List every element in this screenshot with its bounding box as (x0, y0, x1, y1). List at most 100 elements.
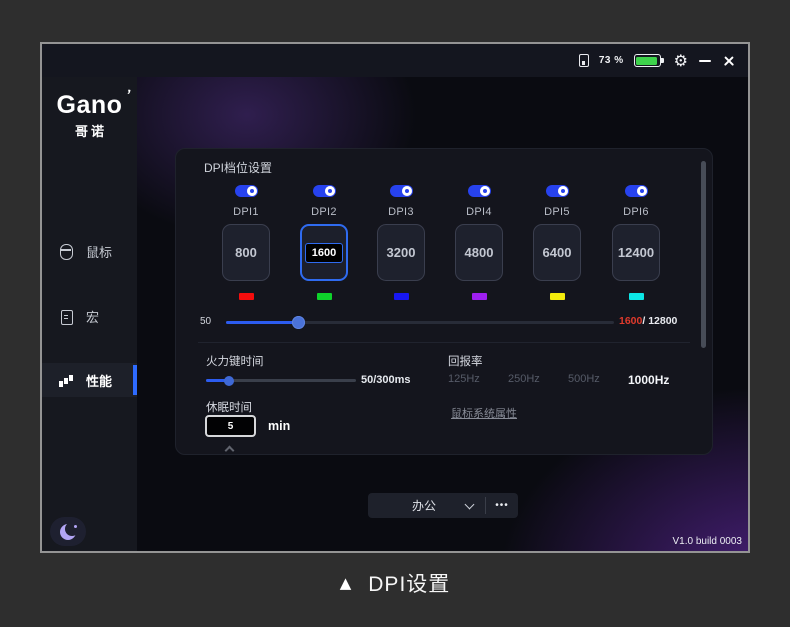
dpi5-value-box[interactable]: 6400 (533, 224, 581, 281)
dpi-slot-3: DPI3 3200 (371, 185, 431, 300)
dpi1-color-swatch (239, 293, 254, 300)
battery-fill (636, 57, 657, 65)
polling-rate-options: 125Hz 250Hz 500Hz 1000Hz (448, 373, 688, 387)
dpi3-color-swatch (394, 293, 409, 300)
dpi-value: 800 (235, 245, 257, 260)
fire-key-slider-knob[interactable] (224, 376, 234, 386)
fire-key-slider[interactable] (206, 379, 356, 382)
dpi2-toggle[interactable] (313, 185, 336, 197)
version-text: V1.0 build 0003 (672, 536, 742, 547)
main-area: DPI档位设置 DPI1 800 DPI2 1600 (137, 77, 748, 551)
polling-option-125hz[interactable]: 125Hz (448, 373, 508, 387)
dpi-current-value: 1600 (619, 315, 642, 327)
logo-chinese: 哥诺 (42, 121, 137, 140)
panel-title: DPI档位设置 (204, 159, 272, 176)
moon-icon (60, 524, 76, 540)
dpi-slot-6: DPI6 12400 (606, 185, 666, 300)
theme-toggle[interactable] (50, 517, 86, 546)
dpi5-toggle[interactable] (546, 185, 569, 197)
dpi-value: 4800 (465, 245, 494, 260)
close-button[interactable] (722, 54, 736, 68)
sidebar-item-label: 性能 (86, 371, 112, 390)
dpi3-toggle[interactable] (390, 185, 413, 197)
dpi-value: 6400 (543, 245, 572, 260)
polling-option-1000hz[interactable]: 1000Hz (628, 373, 688, 387)
titlebar: 73 % ⚙ (42, 44, 748, 77)
dpi-slider-knob[interactable] (292, 316, 305, 329)
dpi-slot-2: DPI2 1600 (294, 185, 354, 300)
figure-caption: ▲ DPI设置 (0, 568, 790, 598)
polling-rate-label: 回报率 (448, 353, 483, 369)
dpi1-value-box[interactable]: 800 (222, 224, 270, 281)
performance-chart-icon (59, 373, 73, 388)
minimize-icon (699, 60, 711, 63)
polling-option-250hz[interactable]: 250Hz (508, 373, 568, 387)
profile-selector: 办公 ••• (368, 493, 518, 518)
usb-receiver-icon (579, 54, 589, 67)
dpi6-color-swatch (629, 293, 644, 300)
settings-gear-icon[interactable]: ⚙ (674, 53, 688, 69)
sidebar-item-macro[interactable]: 宏 (42, 299, 137, 333)
section-divider (198, 342, 690, 343)
sleep-time-input[interactable]: 5 (205, 415, 256, 437)
sidebar-item-label: 鼠标 (86, 242, 112, 261)
sleep-time-value: 5 (228, 421, 234, 432)
dpi-slider-min-label: 50 (200, 316, 211, 327)
dpi2-color-swatch (317, 293, 332, 300)
chevron-up-icon[interactable] (225, 446, 235, 456)
dpi-slider-fill (226, 321, 298, 324)
fire-key-label: 火力键时间 (206, 353, 264, 369)
dpi-range-readout: 1600/ 12800 (619, 315, 677, 327)
sidebar-item-label: 宏 (86, 307, 99, 326)
dpi-slot-5: DPI5 6400 (527, 185, 587, 300)
dpi5-color-swatch (550, 293, 565, 300)
battery-tip (661, 58, 664, 63)
logo-text: Gano (57, 91, 123, 119)
dpi4-color-swatch (472, 293, 487, 300)
fire-key-value: 50/300ms (361, 374, 411, 386)
logo-wordmark: Gano’ (57, 91, 123, 120)
dpi1-toggle[interactable] (235, 185, 258, 197)
more-options-button[interactable]: ••• (486, 500, 518, 511)
dpi-value: 1600 (312, 247, 336, 259)
battery-percent: 73 % (599, 55, 624, 66)
triangle-marker: ▲ (340, 574, 352, 592)
battery-icon (634, 54, 661, 67)
dpi-slot-label: DPI1 (233, 206, 259, 218)
mouse-icon (59, 244, 73, 259)
dpi-settings-panel: DPI档位设置 DPI1 800 DPI2 1600 (175, 148, 713, 455)
dpi-slot-label: DPI3 (388, 206, 414, 218)
dpi4-value-box[interactable]: 4800 (455, 224, 503, 281)
mouse-system-properties-link[interactable]: 鼠标系统属性 (451, 405, 517, 421)
polling-option-500hz[interactable]: 500Hz (568, 373, 628, 387)
dpi-slider[interactable] (226, 321, 614, 324)
sidebar-item-performance[interactable]: 性能 (42, 363, 137, 397)
dpi4-toggle[interactable] (468, 185, 491, 197)
dpi2-value-box[interactable]: 1600 (300, 224, 348, 281)
logo-accent-mark: ’ (124, 87, 133, 105)
app-logo: Gano’ 哥诺 (42, 91, 137, 140)
panel-scrollbar[interactable] (701, 161, 706, 348)
sidebar: Gano’ 哥诺 鼠标 宏 性能 (42, 77, 137, 551)
macro-document-icon (59, 309, 73, 324)
app-window: 73 % ⚙ Gano’ 哥诺 鼠标 宏 (40, 42, 750, 553)
dpi-slot-label: DPI2 (311, 206, 337, 218)
chevron-down-icon[interactable] (465, 499, 475, 509)
dpi-slot-label: DPI5 (544, 206, 570, 218)
caption-text: DPI设置 (368, 568, 450, 598)
dpi2-value-input[interactable]: 1600 (305, 243, 343, 263)
sidebar-item-mouse[interactable]: 鼠标 (42, 234, 137, 268)
dpi-value: 12400 (618, 245, 654, 260)
dpi6-toggle[interactable] (625, 185, 648, 197)
dpi-value: 3200 (387, 245, 416, 260)
sleep-time-unit: min (268, 419, 290, 433)
dpi-slot-4: DPI4 4800 (449, 185, 509, 300)
profile-dropdown[interactable]: 办公 (368, 497, 462, 514)
minimize-button[interactable] (698, 54, 712, 68)
dpi6-value-box[interactable]: 12400 (612, 224, 660, 281)
dpi-slot-1: DPI1 800 (216, 185, 276, 300)
dpi-max-value: / 12800 (642, 315, 677, 327)
dpi3-value-box[interactable]: 3200 (377, 224, 425, 281)
screenshot-background: 73 % ⚙ Gano’ 哥诺 鼠标 宏 (0, 0, 790, 627)
dpi-slot-label: DPI4 (466, 206, 492, 218)
